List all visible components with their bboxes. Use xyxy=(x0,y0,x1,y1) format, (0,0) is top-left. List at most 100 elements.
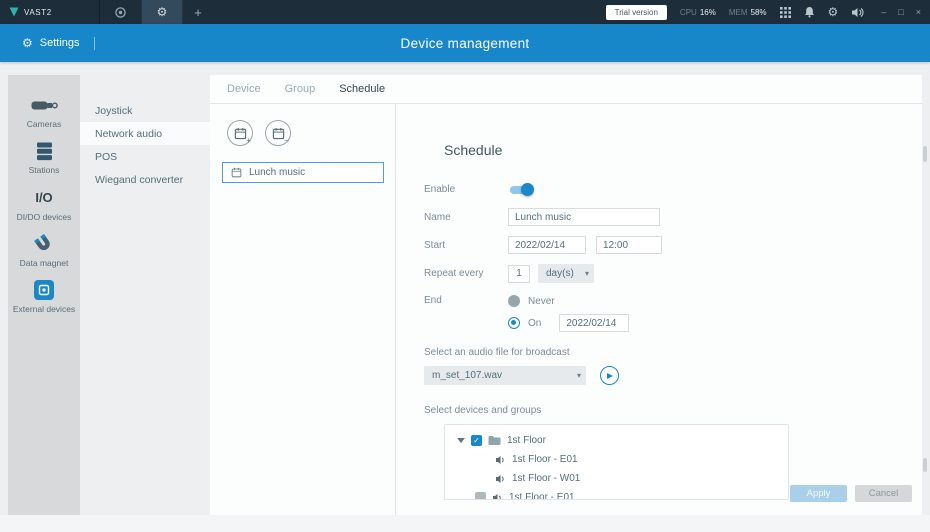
repeat-count-input[interactable] xyxy=(508,265,530,283)
sidebar-label: Data magnet xyxy=(20,259,69,268)
checkbox-unchecked[interactable] xyxy=(475,492,486,500)
window-controls: – □ × xyxy=(881,8,921,17)
tab-settings[interactable]: ⚙ xyxy=(141,0,183,24)
sidebar-item-external-devices[interactable]: External devices xyxy=(8,280,80,314)
end-never-option[interactable]: Never xyxy=(508,293,629,309)
maximize-button[interactable]: □ xyxy=(898,8,903,17)
tab-schedule[interactable]: Schedule xyxy=(339,83,385,95)
tree-device-label: 1st Floor - W01 xyxy=(512,473,580,484)
menu-item-wiegand-converter[interactable]: Wiegand converter xyxy=(80,168,210,191)
close-button[interactable]: × xyxy=(916,8,921,17)
sidebar-label: Cameras xyxy=(27,120,61,129)
external-devices-active-badge xyxy=(34,280,54,300)
settings-label: Settings xyxy=(40,37,80,49)
tree-row-group[interactable]: ✓ 1st Floor xyxy=(445,431,788,450)
new-tab-button[interactable]: + xyxy=(183,0,213,24)
app-name: VAST2 xyxy=(24,8,52,17)
speaker-icon xyxy=(495,455,506,465)
cancel-button[interactable]: Cancel xyxy=(855,485,912,502)
app-window: VAST2 ⚙ + Trial version CPU 16% MEM 58% xyxy=(0,0,930,532)
start-label: Start xyxy=(424,240,508,251)
add-schedule-button[interactable]: + xyxy=(227,120,253,146)
mem-stat: MEM 58% xyxy=(729,8,767,17)
notification-bell-icon[interactable] xyxy=(804,6,815,18)
tree-row-device[interactable]: 1st Floor - W01 xyxy=(445,469,788,488)
expand-arrow-icon[interactable] xyxy=(457,438,465,443)
trial-version-button[interactable]: Trial version xyxy=(606,5,667,20)
audio-row: m_set_107.wav ▾ xyxy=(424,366,922,385)
scrollbar-thumb[interactable] xyxy=(923,458,927,472)
category-sidebar: Cameras Stations I/O DI/DO devices xyxy=(8,75,80,515)
minimize-button[interactable]: – xyxy=(881,8,886,17)
settings-icon: ⚙ xyxy=(22,37,33,49)
app-logo: VAST2 xyxy=(9,7,87,17)
titlebar-right: Trial version CPU 16% MEM 58% xyxy=(606,5,921,20)
repeat-label: Repeat every xyxy=(424,268,508,279)
tab-group[interactable]: Group xyxy=(285,83,316,95)
header-divider xyxy=(94,37,95,50)
apps-grid-icon[interactable] xyxy=(780,7,791,18)
menu-item-pos[interactable]: POS xyxy=(80,145,210,168)
tab-device[interactable]: Device xyxy=(227,83,261,95)
speaker-volume-icon[interactable] xyxy=(851,7,864,18)
start-row: Start xyxy=(424,236,922,254)
menu-item-network-audio[interactable]: Network audio xyxy=(80,122,210,145)
end-on-label: On xyxy=(528,318,541,329)
start-time-input[interactable] xyxy=(596,236,662,254)
minus-icon: − xyxy=(284,137,289,145)
remove-schedule-button[interactable]: − xyxy=(265,120,291,146)
calendar-icon xyxy=(234,127,247,140)
sidebar-item-cameras[interactable]: Cameras xyxy=(8,95,80,129)
checkbox-checked[interactable]: ✓ xyxy=(471,435,482,446)
repeat-row: Repeat every day(s) ▾ xyxy=(424,264,922,283)
radio-unselected-icon xyxy=(508,295,520,307)
name-label: Name xyxy=(424,212,508,223)
sidebar-item-data-magnet[interactable]: Data magnet xyxy=(8,234,80,268)
cpu-label: CPU xyxy=(680,8,697,17)
enable-row: Enable xyxy=(424,180,922,198)
enable-label: Enable xyxy=(424,184,508,195)
tree-row-device[interactable]: 1st Floor - E01 xyxy=(445,450,788,469)
repeat-unit-select[interactable]: day(s) ▾ xyxy=(538,264,594,283)
end-on-option[interactable]: On xyxy=(508,314,629,332)
tab-bar: Device Group Schedule xyxy=(210,75,922,104)
schedule-item-label: Lunch music xyxy=(249,167,305,178)
page-title: Device management xyxy=(0,36,930,51)
end-label: End xyxy=(424,295,508,306)
speaker-icon xyxy=(495,474,506,484)
vast-logo-icon xyxy=(9,7,19,17)
repeat-unit-value: day(s) xyxy=(546,268,574,279)
mem-label: MEM xyxy=(729,8,748,17)
content-area: Cameras Stations I/O DI/DO devices xyxy=(0,62,930,515)
sidebar-item-stations[interactable]: Stations xyxy=(8,141,80,175)
enable-toggle[interactable] xyxy=(508,183,534,196)
menu-item-joystick[interactable]: Joystick xyxy=(80,99,210,122)
chevron-down-icon: ▾ xyxy=(577,371,581,380)
stations-icon xyxy=(36,141,53,161)
tab-liveview[interactable] xyxy=(99,0,141,24)
name-input[interactable] xyxy=(508,208,660,226)
cpu-value: 16% xyxy=(700,8,716,17)
apply-button[interactable]: Apply xyxy=(790,485,847,502)
play-icon xyxy=(607,373,613,379)
form-actions: Apply Cancel xyxy=(790,485,912,502)
end-row: End Never On xyxy=(424,293,922,332)
start-date-input[interactable] xyxy=(508,236,586,254)
scrollbar-thumb[interactable] xyxy=(923,146,927,162)
sidebar-label: DI/DO devices xyxy=(17,213,72,222)
settings-breadcrumb[interactable]: ⚙ Settings xyxy=(22,37,80,49)
schedule-form-panel: Schedule Enable Name Start xyxy=(396,104,922,515)
menu-item-label: Wiegand converter xyxy=(95,174,183,186)
sidebar-item-dido-devices[interactable]: I/O DI/DO devices xyxy=(8,188,80,222)
io-icon-text: I/O xyxy=(35,191,52,204)
device-tree: ✓ 1st Floor 1st Floor - E01 xyxy=(444,424,789,500)
schedule-list-item-selected[interactable]: Lunch music xyxy=(222,162,384,183)
play-audio-button[interactable] xyxy=(600,366,619,385)
end-date-input[interactable] xyxy=(559,314,629,332)
schedule-toolbar: + − xyxy=(227,120,395,146)
audio-file-select[interactable]: m_set_107.wav ▾ xyxy=(424,366,586,385)
settings-gear-icon[interactable]: ⚙ xyxy=(828,6,839,18)
tree-row-device-clipped[interactable]: 1st Floor - E01 xyxy=(445,488,788,500)
mem-value: 58% xyxy=(751,8,767,17)
end-options: Never On xyxy=(508,293,629,332)
